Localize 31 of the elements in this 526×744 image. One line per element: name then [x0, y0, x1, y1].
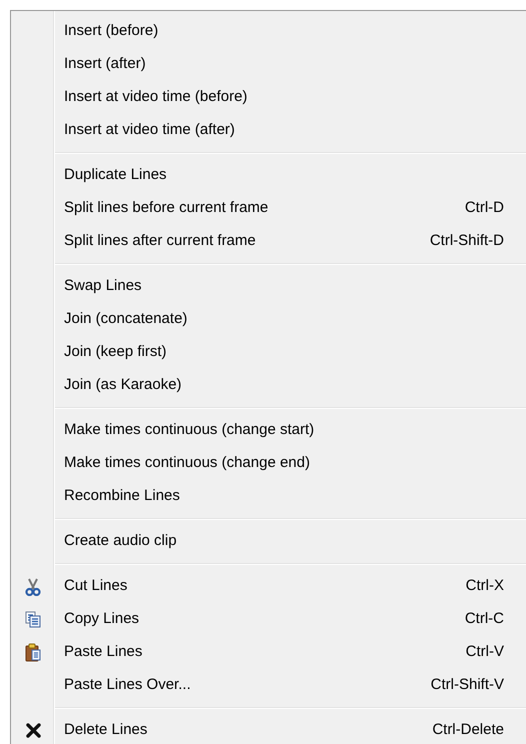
menu-item[interactable]: Make times continuous (change end)	[13, 447, 513, 480]
menu-item[interactable]: Swap Lines	[13, 270, 513, 303]
menu-item[interactable]: Join (as Karaoke)	[13, 369, 513, 402]
menu-item[interactable]: Join (concatenate)	[13, 303, 513, 336]
menu-item[interactable]: Recombine Lines	[13, 480, 513, 513]
shortcut-label: Ctrl-D	[464, 198, 504, 218]
shortcut-label: Ctrl-Delete	[432, 720, 504, 740]
copy-icon	[25, 611, 41, 628]
shortcut-label: Ctrl-Shift-V	[430, 675, 504, 696]
shortcut-label: Ctrl-C	[464, 609, 504, 630]
shortcut-label: Ctrl-V	[466, 642, 504, 662]
menu-item[interactable]: Join (keep first)	[13, 336, 513, 369]
menu-item[interactable]: Duplicate Lines	[13, 159, 513, 192]
menu-item[interactable]: Cut Lines Ctrl-X	[13, 570, 513, 603]
menu-item[interactable]: Insert at video time (before)	[13, 81, 513, 114]
scissors-icon	[25, 578, 41, 596]
menu-item[interactable]: Make times continuous (change start)	[13, 414, 513, 447]
shortcut-label: Ctrl-X	[466, 576, 504, 596]
delete-icon	[26, 723, 40, 738]
shortcut-label: Ctrl-Shift-D	[430, 231, 504, 252]
menu-item[interactable]: Delete Lines Ctrl-Delete	[13, 714, 513, 744]
menu-item[interactable]: Create audio clip	[13, 525, 513, 558]
menu-item[interactable]: Insert (before)	[13, 15, 513, 48]
menu-item[interactable]: Split lines after current frame Ctrl-Shift-D	[13, 225, 513, 258]
clipboard-icon	[25, 643, 41, 662]
menu-item[interactable]: Split lines before current frame Ctrl-D	[13, 192, 513, 225]
menu-item[interactable]: Copy Lines Ctrl-C	[13, 603, 513, 636]
menu-item[interactable]: Insert (after)	[13, 48, 513, 81]
menu-item[interactable]: Paste Lines Over... Ctrl-Shift-V	[13, 669, 513, 702]
menu-item[interactable]: Insert at video time (after)	[13, 114, 513, 147]
menu-item[interactable]: Paste Lines Ctrl-V	[13, 636, 513, 669]
